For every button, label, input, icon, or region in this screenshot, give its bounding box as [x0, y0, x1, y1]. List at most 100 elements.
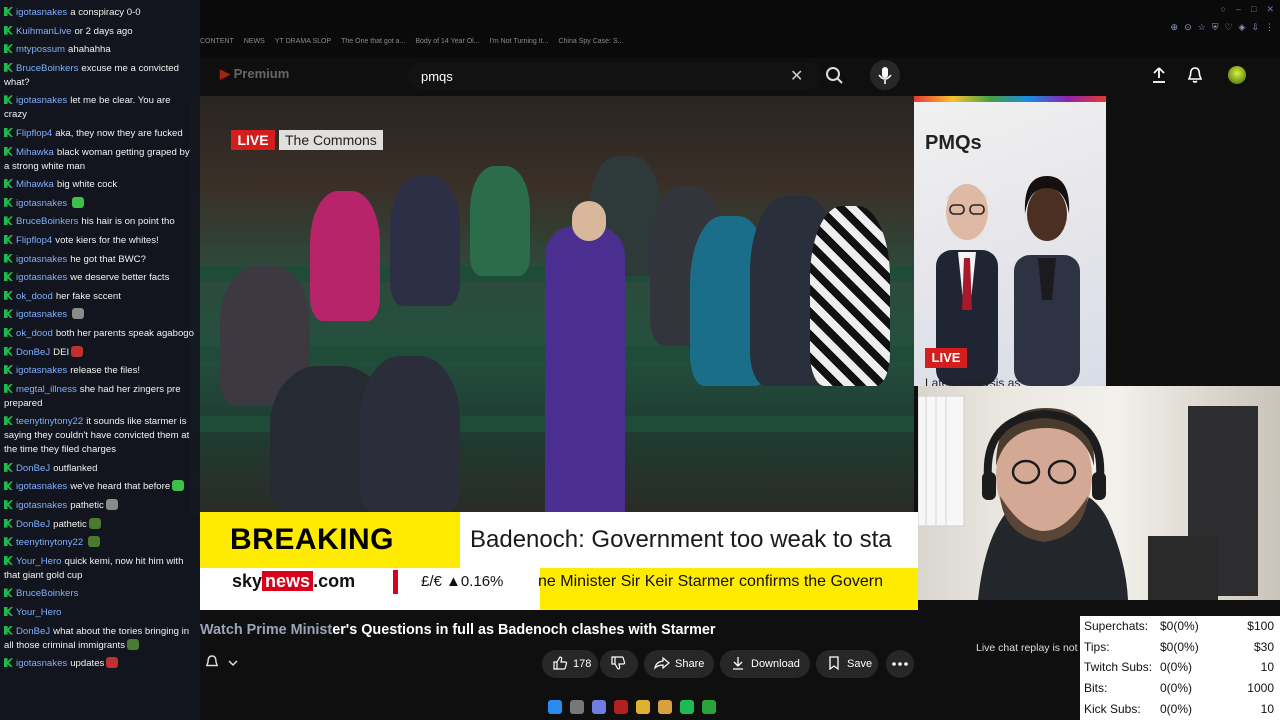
chat-username[interactable]: igotasnakes: [16, 500, 67, 511]
chat-username[interactable]: Flipflop4: [16, 235, 52, 246]
bookmark[interactable]: CONTENT: [200, 38, 234, 45]
chat-username[interactable]: igotasnakes: [16, 95, 67, 106]
chat-username[interactable]: Mihawka: [16, 179, 54, 190]
chevron-down-icon[interactable]: [228, 658, 238, 668]
chat-username[interactable]: igotasnakes: [16, 365, 67, 376]
windows-start-icon[interactable]: [548, 700, 562, 714]
chat-username[interactable]: DonBeJ: [16, 519, 50, 530]
screen: { "browser": { "bookmarks": ["CONTENT", …: [0, 0, 1280, 720]
chat-username[interactable]: Flipflop4: [16, 128, 52, 139]
zoom-icon[interactable]: ⊕: [1171, 22, 1179, 33]
avatar[interactable]: [1228, 66, 1246, 84]
kick-badge-icon: [4, 179, 13, 189]
chat-username[interactable]: Your_Hero: [16, 607, 62, 618]
xbox-icon[interactable]: [702, 700, 716, 714]
chat-message: BruceBoinkers excuse me a convicted what?: [4, 62, 196, 90]
discord-icon[interactable]: [592, 700, 606, 714]
chat-username[interactable]: teenytinytony22: [16, 416, 83, 427]
bookmark[interactable]: I'm Not Turning It...: [490, 38, 549, 45]
chat-username[interactable]: BruceBoinkers: [16, 588, 78, 599]
stat-value: $0(0%): [1160, 640, 1199, 654]
chat-username[interactable]: DonBeJ: [16, 347, 50, 358]
preview-subtitle: Latest analysis as: [925, 376, 1021, 386]
bookmark[interactable]: YT DRAMA SLOP: [275, 38, 331, 45]
clear-search-icon[interactable]: ✕: [790, 66, 803, 86]
chat-username[interactable]: ok_dood: [16, 328, 53, 339]
kick-badge-icon: [4, 365, 13, 375]
mp-figure: [810, 206, 890, 386]
recording-icon[interactable]: [614, 700, 628, 714]
bookmark[interactable]: China Spy Case: S...: [558, 38, 623, 45]
chat-username[interactable]: igotasnakes: [16, 198, 67, 209]
download-icon[interactable]: ⇩: [1251, 22, 1259, 33]
chat-emote-icon: [106, 657, 119, 669]
chat-text: aka, they now they are fucked: [55, 127, 183, 139]
chat-message: igotasnakes we've heard that before: [4, 480, 196, 494]
search-icon[interactable]: ○: [1221, 4, 1226, 15]
heart-icon[interactable]: ♡: [1224, 22, 1232, 33]
bookmark[interactable]: The One that got a...: [341, 38, 405, 45]
menu-icon[interactable]: ⋮: [1265, 22, 1274, 33]
subscription-bell-icon[interactable]: [204, 654, 220, 670]
shield-icon[interactable]: ⛨: [1212, 22, 1219, 33]
chat-text: both her parents speak agabogo: [55, 327, 194, 339]
folder-icon[interactable]: [658, 700, 672, 714]
download-button[interactable]: Download: [720, 650, 810, 678]
logo-news: news: [262, 571, 314, 591]
chat-replay-notice: Live chat replay is not: [976, 642, 1078, 654]
share-button[interactable]: Share: [644, 650, 714, 678]
chat-username[interactable]: Mihawka: [16, 147, 54, 158]
bookmark[interactable]: Body of 14 Year Ol...: [415, 38, 479, 45]
save-button[interactable]: Save: [816, 650, 878, 678]
search-icon[interactable]: [820, 62, 850, 90]
chrome-icon[interactable]: [636, 700, 650, 714]
puzzle-icon[interactable]: ◈: [1239, 22, 1246, 33]
chat-username[interactable]: igotasnakes: [16, 658, 67, 669]
chat-username[interactable]: igotasnakes: [16, 7, 67, 18]
spotify-icon[interactable]: [680, 700, 694, 714]
close-icon[interactable]: ✕: [1266, 4, 1274, 15]
chat-message: Your_Hero: [4, 606, 196, 620]
youtube-logo[interactable]: ▶ Premium: [220, 66, 289, 82]
taskbar-search-icon[interactable]: [570, 700, 584, 714]
chat-username[interactable]: BruceBoinkers: [16, 63, 78, 74]
bookmark-icon: [829, 656, 839, 671]
chat-text: or 2 days ago: [74, 25, 133, 37]
upload-icon[interactable]: [1150, 66, 1168, 84]
currency-ticker: £/€ ▲0.16%: [421, 573, 504, 590]
chat-username[interactable]: KuihmanLive: [16, 26, 71, 37]
dislike-button[interactable]: [600, 650, 638, 678]
chat-username[interactable]: igotasnakes: [16, 309, 67, 320]
chat-emote-icon: [71, 345, 84, 357]
notifications-bell-icon[interactable]: [1186, 66, 1204, 84]
chat-username[interactable]: igotasnakes: [16, 481, 67, 492]
mp-figure: [360, 356, 460, 516]
chat-username[interactable]: igotasnakes: [16, 254, 67, 265]
video-player[interactable]: [190, 96, 914, 516]
chat-username[interactable]: megtal_illness: [16, 384, 77, 395]
chat-username[interactable]: DonBeJ: [16, 626, 50, 637]
chat-username[interactable]: teenytinytony22: [16, 537, 83, 548]
chat-username[interactable]: DonBeJ: [16, 463, 50, 474]
star-icon[interactable]: ☆: [1198, 22, 1206, 33]
chat-username[interactable]: igotasnakes: [16, 272, 67, 283]
kick-badge-icon: [4, 537, 13, 547]
save-label: Save: [847, 658, 873, 670]
more-options-icon[interactable]: [886, 650, 914, 678]
logo-com: .com: [313, 571, 356, 591]
kick-badge-icon: [4, 481, 13, 491]
chat-text: ahahahha: [68, 44, 111, 56]
search-input[interactable]: [408, 62, 820, 90]
maximize-icon[interactable]: □: [1251, 4, 1256, 15]
chat-username[interactable]: ok_dood: [16, 291, 53, 302]
pin-icon[interactable]: ⊙: [1184, 22, 1192, 33]
chat-username[interactable]: Your_Hero: [16, 556, 62, 567]
chat-username[interactable]: mtypossum: [16, 44, 65, 55]
mic-icon[interactable]: [870, 60, 900, 90]
download-icon: [733, 657, 743, 670]
like-button[interactable]: 178: [542, 650, 598, 678]
minimize-icon[interactable]: –: [1236, 4, 1241, 15]
bookmark[interactable]: NEWS: [244, 38, 265, 45]
chat-username[interactable]: BruceBoinkers: [16, 216, 78, 227]
stat-target: 10: [1260, 660, 1274, 674]
